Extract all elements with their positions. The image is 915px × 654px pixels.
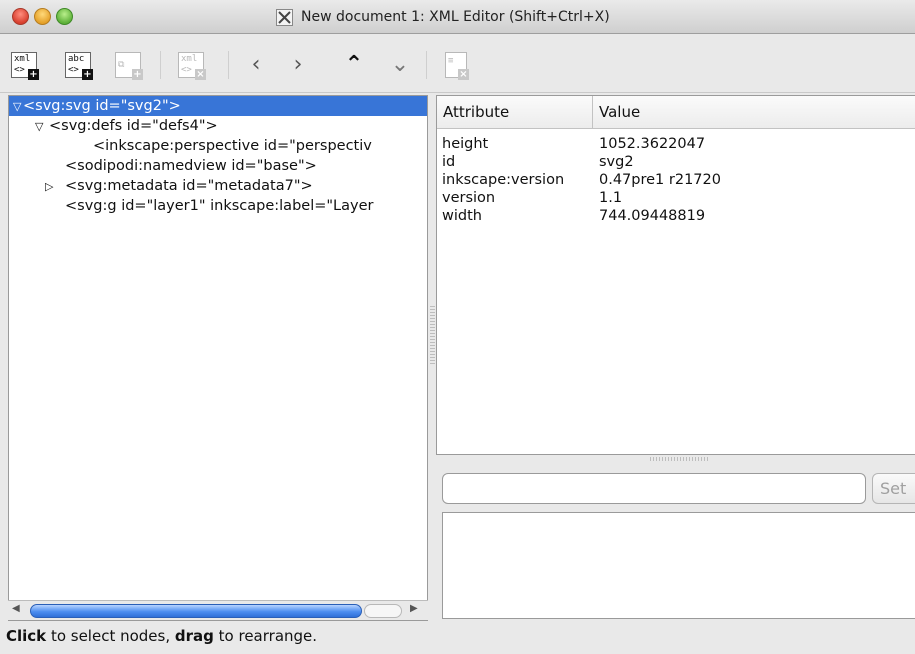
chevron-down-icon: ⌄ [390, 52, 410, 77]
tree-node-label: <svg:metadata id="metadata7"> [65, 178, 313, 194]
attribute-name: width [442, 208, 482, 224]
tree-node[interactable]: ▷ <svg:metadata id="metadata7"> [9, 176, 427, 197]
toolbar-separator [228, 51, 229, 79]
scroll-left-arrow-icon[interactable]: ◀ [12, 603, 20, 614]
tree-node[interactable]: <inkscape:perspective id="perspectiv [9, 136, 427, 156]
zoom-window-button[interactable] [56, 8, 73, 25]
pane-divider-handle[interactable] [650, 457, 710, 461]
duplicate-node-icon: ⧉ + [115, 52, 143, 80]
attribute-value: 744.09448819 [599, 208, 706, 224]
attribute-row[interactable]: version 1.1 [437, 189, 915, 207]
attribute-name: inkscape:version [442, 172, 565, 188]
delete-node-button[interactable]: xml <> × [175, 49, 207, 81]
window-title: New document 1: XML Editor (Shift+Ctrl+X… [301, 9, 610, 25]
delete-attribute-button[interactable]: ≡ × [440, 49, 472, 81]
chevron-up-icon: ⌃ [344, 52, 364, 77]
attribute-row[interactable]: height 1052.3622047 [437, 135, 915, 153]
value-column-header[interactable]: Value [593, 96, 913, 129]
delete-attribute-icon: ≡ × [445, 52, 469, 80]
tree-node-label: <inkscape:perspective id="perspectiv [93, 138, 372, 154]
node-tree[interactable]: ▽ <svg:svg id="svg2"> ▽ <svg:defs id="defs… [8, 95, 428, 621]
new-element-node-button[interactable]: xml <> + [8, 49, 40, 81]
new-text-node-button[interactable]: abc <> + [62, 49, 94, 81]
raise-node-button[interactable]: ⌃ [338, 49, 370, 81]
title-bar[interactable]: New document 1: XML Editor (Shift+Ctrl+X… [0, 0, 915, 34]
attribute-row[interactable]: width 744.09448819 [437, 207, 915, 225]
delete-node-icon: xml <> × [178, 52, 206, 80]
tree-node-label: <svg:svg id="svg2"> [23, 98, 181, 114]
tree-node[interactable]: <svg:g id="layer1" inkscape:label="Layer [9, 196, 427, 216]
status-message: Click to select nodes, drag to rearrange… [6, 627, 318, 645]
expand-arrow-icon[interactable]: ▷ [45, 177, 59, 197]
attribute-value-textarea[interactable] [442, 512, 915, 619]
tree-node[interactable]: ▽ <svg:defs id="defs4"> [9, 116, 427, 137]
indent-node-button[interactable]: › [282, 49, 314, 81]
attribute-name: version [442, 190, 496, 206]
attribute-row[interactable]: id svg2 [437, 153, 915, 171]
attribute-name: id [442, 154, 456, 170]
duplicate-node-button[interactable]: ⧉ + [112, 49, 144, 81]
status-bar: Click to select nodes, drag to rearrange… [0, 622, 915, 654]
text-new-node-icon: abc <> + [65, 52, 93, 80]
expand-arrow-icon[interactable]: ▽ [9, 97, 23, 117]
toolbar: xml <> + abc <> + ⧉ + xml <> × ‹ › ⌃ ⌄ ≡… [0, 35, 915, 93]
xml-new-node-icon: xml <> + [11, 52, 39, 80]
lower-node-button[interactable]: ⌄ [384, 49, 416, 81]
attributes-header: Attribute Value [437, 96, 915, 129]
scrollbar-thumb[interactable] [30, 604, 362, 618]
scroll-right-arrow-icon[interactable]: ▶ [410, 603, 418, 614]
attribute-value: svg2 [599, 154, 634, 170]
tree-horizontal-scrollbar[interactable]: ◀ ▶ [8, 600, 428, 620]
tree-node-label: <svg:g id="layer1" inkscape:label="Layer [65, 198, 374, 214]
toolbar-separator [160, 51, 161, 79]
attribute-column-header[interactable]: Attribute [437, 96, 593, 129]
chevron-right-icon: › [293, 52, 303, 77]
attribute-value: 1052.3622047 [599, 136, 706, 152]
scrollbar-track[interactable] [364, 604, 402, 618]
attribute-name-input[interactable] [442, 473, 866, 504]
title-group: New document 1: XML Editor (Shift+Ctrl+X… [276, 8, 610, 26]
attribute-value: 1.1 [599, 190, 623, 206]
toolbar-separator [426, 51, 427, 79]
tree-node-label: <svg:defs id="defs4"> [49, 118, 218, 134]
tree-node-label: <sodipodi:namedview id="base"> [65, 158, 317, 174]
attribute-value: 0.47pre1 r21720 [599, 172, 721, 188]
close-window-button[interactable] [12, 8, 29, 25]
minimize-window-button[interactable] [34, 8, 51, 25]
unindent-node-button[interactable]: ‹ [240, 49, 272, 81]
attributes-table: Attribute Value height 1052.3622047 id s… [436, 95, 915, 455]
pane-divider-handle[interactable] [430, 306, 435, 366]
xml-editor-window: New document 1: XML Editor (Shift+Ctrl+X… [0, 0, 915, 654]
tree-node[interactable]: ▽ <svg:svg id="svg2"> [9, 96, 427, 117]
set-attribute-button[interactable]: Set [872, 473, 915, 504]
attribute-name: height [442, 136, 489, 152]
expand-arrow-icon[interactable]: ▽ [35, 117, 49, 137]
tree-node[interactable]: <sodipodi:namedview id="base"> [9, 156, 427, 176]
chevron-left-icon: ‹ [251, 52, 261, 77]
attribute-row[interactable]: inkscape:version 0.47pre1 r21720 [437, 171, 915, 189]
x11-app-icon [276, 8, 293, 26]
